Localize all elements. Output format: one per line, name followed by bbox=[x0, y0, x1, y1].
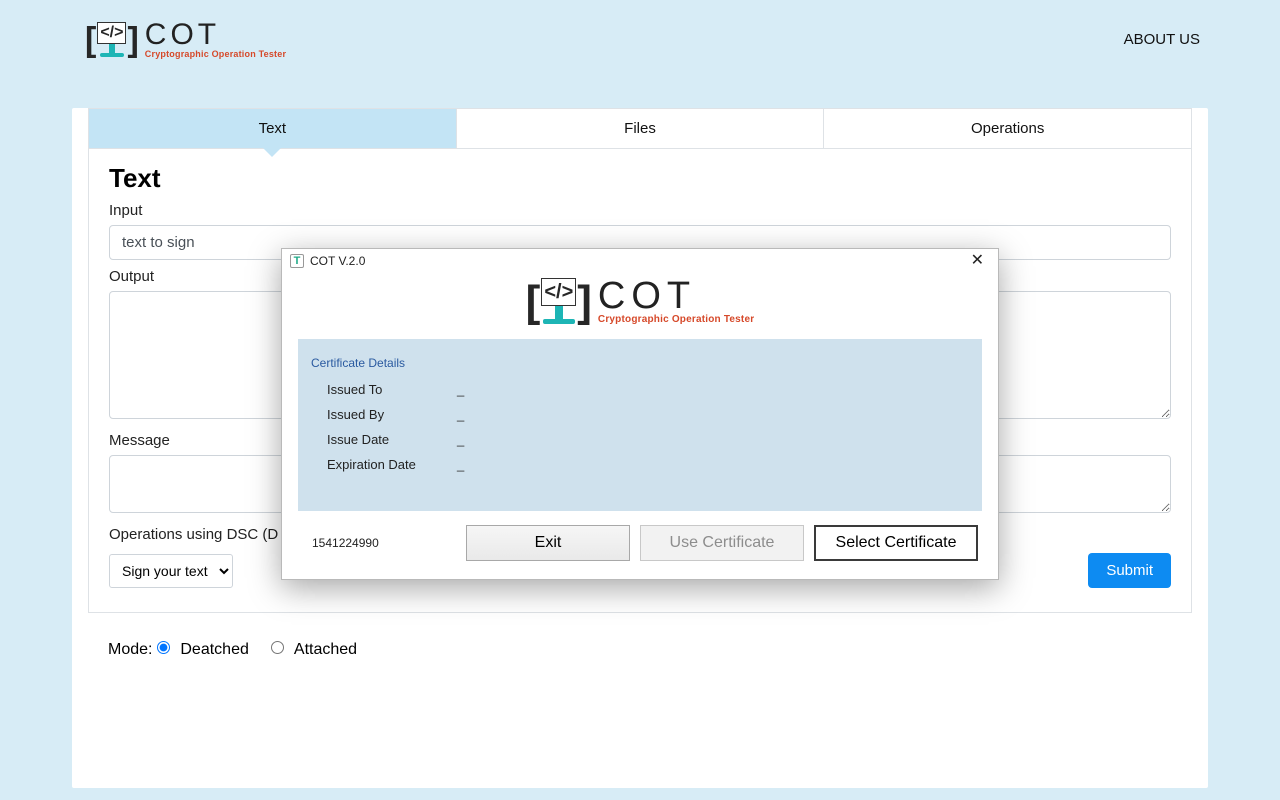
cert-row-issued-to: Issued To _ bbox=[327, 382, 971, 397]
footer-number: 1541224990 bbox=[312, 536, 379, 550]
exit-button[interactable]: Exit bbox=[466, 525, 630, 561]
mode-attached[interactable]: Attached bbox=[271, 641, 357, 658]
app-logo: [ </> ] COT Cryptographic Operation Test… bbox=[85, 20, 286, 59]
mode-row: Mode: Deatched Attached bbox=[88, 613, 1192, 659]
tab-files[interactable]: Files bbox=[457, 109, 825, 148]
dialog-titlebar: T COT V.2.0 ✕ bbox=[282, 249, 998, 271]
select-certificate-button[interactable]: Select Certificate bbox=[814, 525, 978, 561]
nav-about-us[interactable]: ABOUT US bbox=[1124, 31, 1200, 48]
page-title: Text bbox=[109, 163, 1171, 194]
dialog-footer: 1541224990 Exit Use Certificate Select C… bbox=[282, 511, 998, 579]
use-certificate-button: Use Certificate bbox=[640, 525, 804, 561]
top-bar: [ </> ] COT Cryptographic Operation Test… bbox=[0, 0, 1280, 78]
cert-row-expiration: Expiration Date _ bbox=[327, 457, 971, 472]
close-icon[interactable]: ✕ bbox=[965, 253, 990, 269]
dialog-logo: [ </> ] COT Cryptographic Operation Test… bbox=[282, 271, 998, 339]
cert-row-issue-date: Issue Date _ bbox=[327, 432, 971, 447]
label-input: Input bbox=[109, 202, 1171, 219]
logo-icon: [ </> ] bbox=[85, 22, 139, 57]
mode-label: Mode: bbox=[108, 641, 152, 658]
tab-text[interactable]: Text bbox=[89, 109, 457, 148]
tab-operations[interactable]: Operations bbox=[824, 109, 1191, 148]
mode-detached[interactable]: Deatched bbox=[157, 641, 253, 658]
radio-detached[interactable] bbox=[157, 641, 170, 654]
radio-attached[interactable] bbox=[271, 641, 284, 654]
cert-row-issued-by: Issued By _ bbox=[327, 407, 971, 422]
certificate-panel: Certificate Details Issued To _ Issued B… bbox=[298, 339, 982, 511]
certificate-dialog: T COT V.2.0 ✕ [ </> ] COT Cryptographic … bbox=[281, 248, 999, 580]
submit-button[interactable]: Submit bbox=[1088, 553, 1171, 588]
tab-bar: Text Files Operations bbox=[88, 108, 1192, 149]
logo-title: COT bbox=[145, 20, 286, 50]
logo-subtitle: Cryptographic Operation Tester bbox=[145, 50, 286, 59]
app-icon: T bbox=[290, 254, 304, 268]
operations-select[interactable]: Sign your text bbox=[109, 554, 233, 588]
dialog-title: COT V.2.0 bbox=[310, 254, 365, 268]
cert-header: Certificate Details bbox=[311, 356, 971, 370]
